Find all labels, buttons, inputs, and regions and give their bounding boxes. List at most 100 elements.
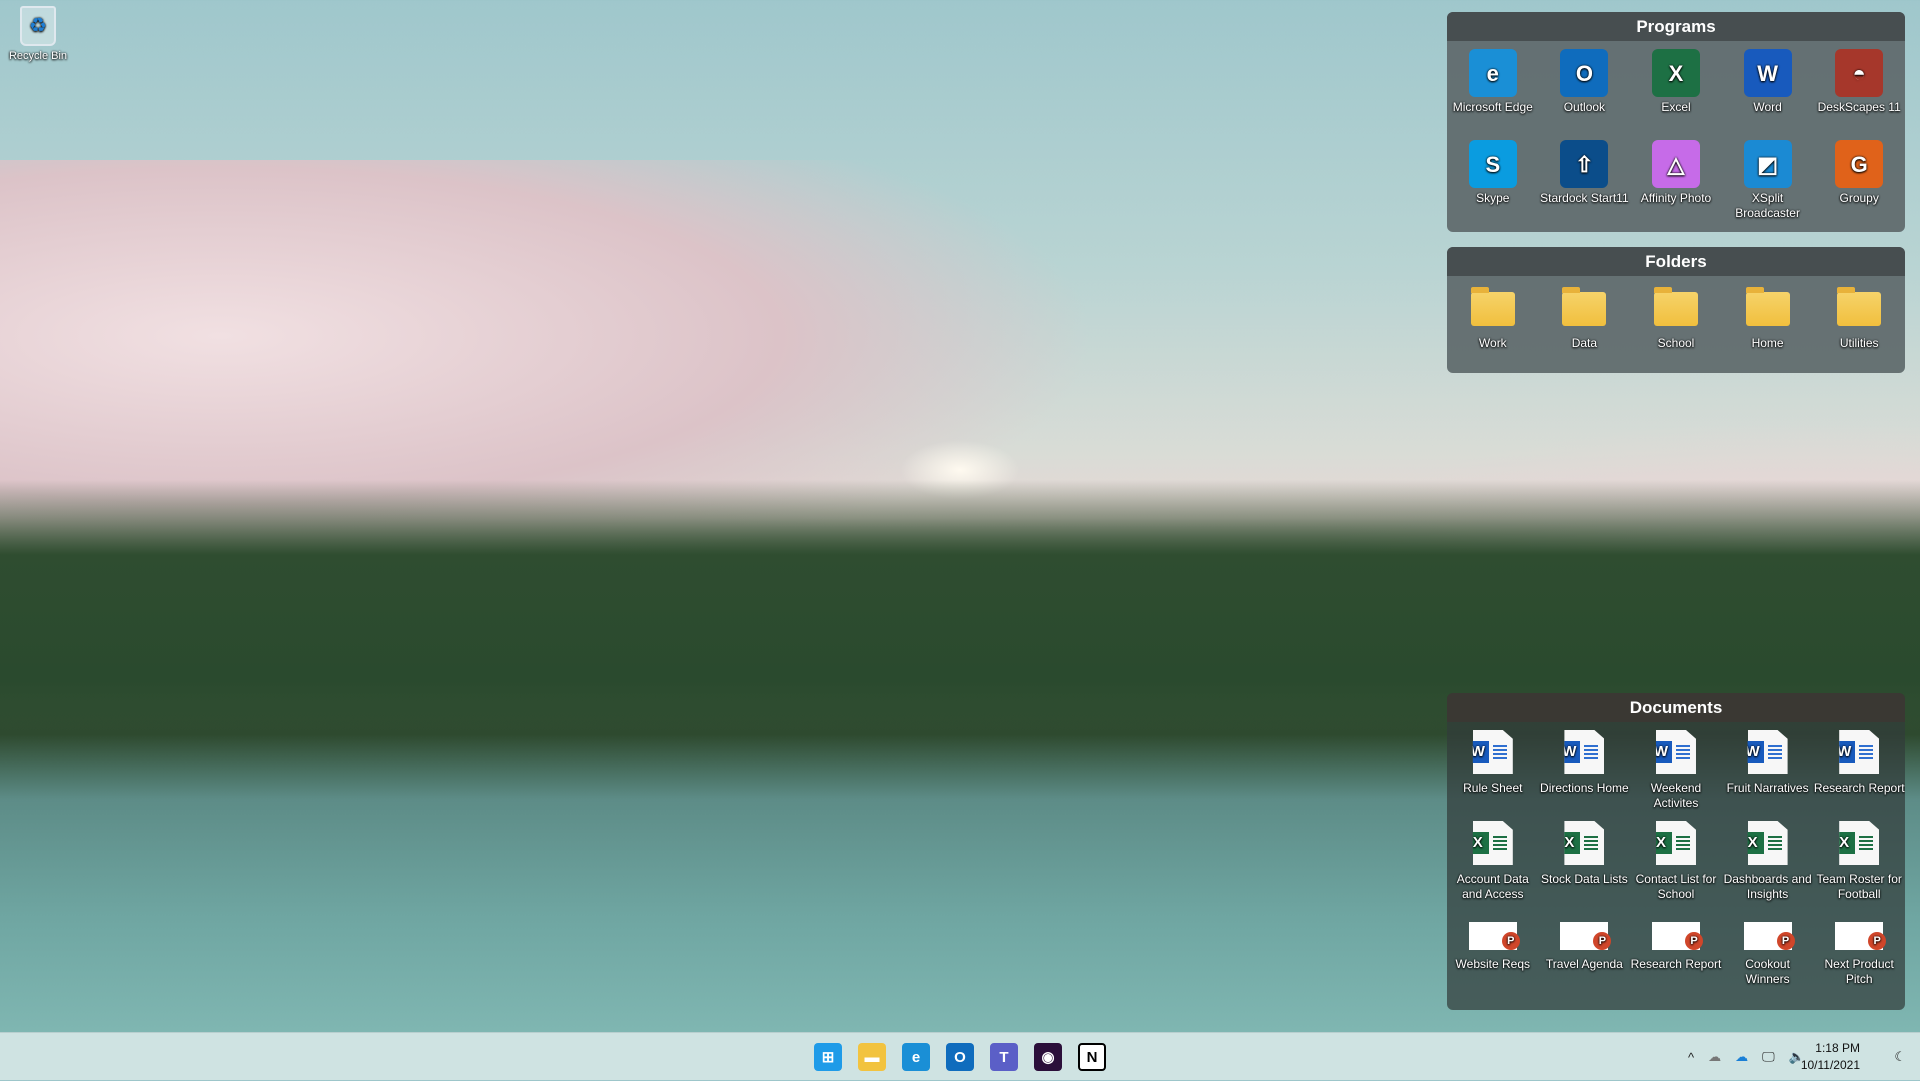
documents-title[interactable]: Documents xyxy=(1447,693,1905,722)
program-label: Outlook xyxy=(1563,100,1606,114)
document-label: Cookout Winners xyxy=(1745,957,1790,986)
program-label: Affinity Photo xyxy=(1640,191,1712,205)
show-hidden-icons-chevron-icon[interactable]: ^ xyxy=(1688,1050,1694,1065)
excel-document-icon: X xyxy=(1747,821,1788,865)
document-item[interactable]: X Account Data and Access xyxy=(1447,821,1539,912)
folder-item[interactable]: Utilities xyxy=(1813,284,1905,373)
document-label: Dashboards and Insights xyxy=(1723,872,1812,901)
documents-fence: Documents W Rule Sheet W Directions Home W We… xyxy=(1447,693,1905,1010)
notion-icon[interactable]: N xyxy=(1078,1043,1106,1071)
excel-document-icon: X xyxy=(1655,821,1696,865)
onedrive-icon[interactable]: ☁ xyxy=(1735,1049,1748,1065)
program-item[interactable]: O Outlook xyxy=(1539,49,1631,140)
document-item[interactable]: X Stock Data Lists xyxy=(1539,821,1631,912)
folder-icon xyxy=(1562,287,1607,326)
outlook-icon[interactable]: O xyxy=(946,1043,974,1071)
recycle-bin-label: Recycle Bin xyxy=(8,50,68,62)
document-item[interactable]: X Dashboards and Insights xyxy=(1722,821,1814,912)
document-item[interactable]: W Fruit Narratives xyxy=(1722,730,1814,821)
program-label: DeskScapes 11 xyxy=(1817,100,1901,114)
document-label: Team Roster for Football xyxy=(1816,872,1902,901)
document-item[interactable]: P Cookout Winners xyxy=(1722,912,1814,1003)
folders-fence: Folders Work Data School Home Utilities xyxy=(1447,247,1905,373)
program-item[interactable]: e Microsoft Edge xyxy=(1447,49,1539,140)
program-label: Excel xyxy=(1661,100,1691,114)
program-item[interactable]: ⇧ Stardock Start11 xyxy=(1539,140,1631,231)
teams-icon[interactable]: T xyxy=(990,1043,1018,1071)
affinity-photo-icon: △ xyxy=(1651,140,1700,188)
document-item[interactable]: P Next Product Pitch xyxy=(1813,912,1905,1003)
excel-document-icon: X xyxy=(1839,821,1880,865)
start-icon[interactable]: ⊞ xyxy=(814,1043,842,1071)
program-item[interactable]: △ Affinity Photo xyxy=(1630,140,1722,231)
document-item[interactable]: X Team Roster for Football xyxy=(1813,821,1905,912)
program-label: Word xyxy=(1753,100,1782,114)
folder-item[interactable]: Work xyxy=(1447,284,1539,373)
document-label: Fruit Narratives xyxy=(1726,781,1809,795)
folder-label: Home xyxy=(1751,336,1784,350)
taskbar: ⊞ ▬ e O T ◉ N ^ ☁ ☁ 🖵 🔈 1:18 PM 10/11/2021 ☾ xyxy=(0,1032,1920,1080)
recycle-bin[interactable]: ♻ Recycle Bin xyxy=(4,6,72,62)
deskscapes-icon: ◓ xyxy=(1835,49,1884,97)
program-item[interactable]: ◩ XSplit Broadcaster xyxy=(1722,140,1814,231)
program-label: Stardock Start11 xyxy=(1540,191,1629,205)
powerpoint-document-icon: P xyxy=(1651,922,1703,950)
network-icon[interactable]: 🖵 xyxy=(1762,1049,1775,1065)
program-item[interactable]: ◓ DeskScapes 11 xyxy=(1813,49,1905,140)
excel-document-icon: X xyxy=(1564,821,1605,865)
document-label: Directions Home xyxy=(1540,781,1629,795)
folder-label: School xyxy=(1657,336,1695,350)
powerpoint-document-icon: P xyxy=(1835,922,1887,950)
edge-icon[interactable]: e xyxy=(902,1043,930,1071)
focus-assist-moon-icon[interactable]: ☾ xyxy=(1894,1033,1906,1081)
start11-icon: ⇧ xyxy=(1560,140,1609,188)
powerpoint-document-icon: P xyxy=(1468,922,1520,950)
xsplit-icon: ◩ xyxy=(1743,140,1792,188)
program-label: XSplit Broadcaster xyxy=(1735,191,1800,220)
folder-item[interactable]: School xyxy=(1630,284,1722,373)
recycle-bin-icon: ♻ xyxy=(20,6,56,46)
document-item[interactable]: W Rule Sheet xyxy=(1447,730,1539,821)
programs-fence: Programs e Microsoft Edge O Outlook X Excel W W… xyxy=(1447,12,1905,232)
program-label: Skype xyxy=(1476,191,1510,205)
document-item[interactable]: P Travel Agenda xyxy=(1539,912,1631,1003)
file-explorer-icon[interactable]: ▬ xyxy=(858,1043,886,1071)
excel-icon: X xyxy=(1651,49,1700,97)
groupy-icon: G xyxy=(1835,140,1884,188)
document-label: Weekend Activites xyxy=(1650,781,1702,810)
edge-icon: e xyxy=(1468,49,1517,97)
folder-item[interactable]: Home xyxy=(1722,284,1814,373)
program-item[interactable]: S Skype xyxy=(1447,140,1539,231)
program-item[interactable]: W Word xyxy=(1722,49,1814,140)
document-label: Account Data and Access xyxy=(1456,872,1529,901)
document-item[interactable]: W Research Report xyxy=(1813,730,1905,821)
clock[interactable]: 1:18 PM 10/11/2021 xyxy=(1801,1040,1860,1074)
document-item[interactable]: X Contact List for School xyxy=(1630,821,1722,912)
program-label: Microsoft Edge xyxy=(1452,100,1533,114)
program-item[interactable]: X Excel xyxy=(1630,49,1722,140)
powerpoint-document-icon: P xyxy=(1560,922,1612,950)
program-label: Groupy xyxy=(1839,191,1879,205)
word-icon: W xyxy=(1743,49,1792,97)
premiere-rush-icon[interactable]: ◉ xyxy=(1034,1043,1062,1071)
document-label: Stock Data Lists xyxy=(1541,872,1628,886)
document-label: Contact List for School xyxy=(1635,872,1717,901)
clock-time: 1:18 PM xyxy=(1815,1041,1860,1055)
document-item[interactable]: P Website Reqs xyxy=(1447,912,1539,1003)
system-tray: ^ ☁ ☁ 🖵 🔈 xyxy=(1688,1033,1805,1081)
folder-label: Data xyxy=(1571,336,1598,350)
document-label: Travel Agenda xyxy=(1545,957,1623,971)
program-item[interactable]: G Groupy xyxy=(1813,140,1905,231)
document-item[interactable]: W Directions Home xyxy=(1539,730,1631,821)
document-label: Website Reqs xyxy=(1455,957,1531,971)
programs-title[interactable]: Programs xyxy=(1447,12,1905,41)
folder-label: Utilities xyxy=(1839,336,1879,350)
excel-document-icon: X xyxy=(1472,821,1513,865)
folders-title[interactable]: Folders xyxy=(1447,247,1905,276)
word-document-icon: W xyxy=(1564,730,1605,774)
document-item[interactable]: P Research Report xyxy=(1630,912,1722,1003)
document-label: Rule Sheet xyxy=(1463,781,1523,795)
folder-item[interactable]: Data xyxy=(1539,284,1631,373)
document-item[interactable]: W Weekend Activites xyxy=(1630,730,1722,821)
cloud-icon[interactable]: ☁ xyxy=(1708,1049,1721,1065)
